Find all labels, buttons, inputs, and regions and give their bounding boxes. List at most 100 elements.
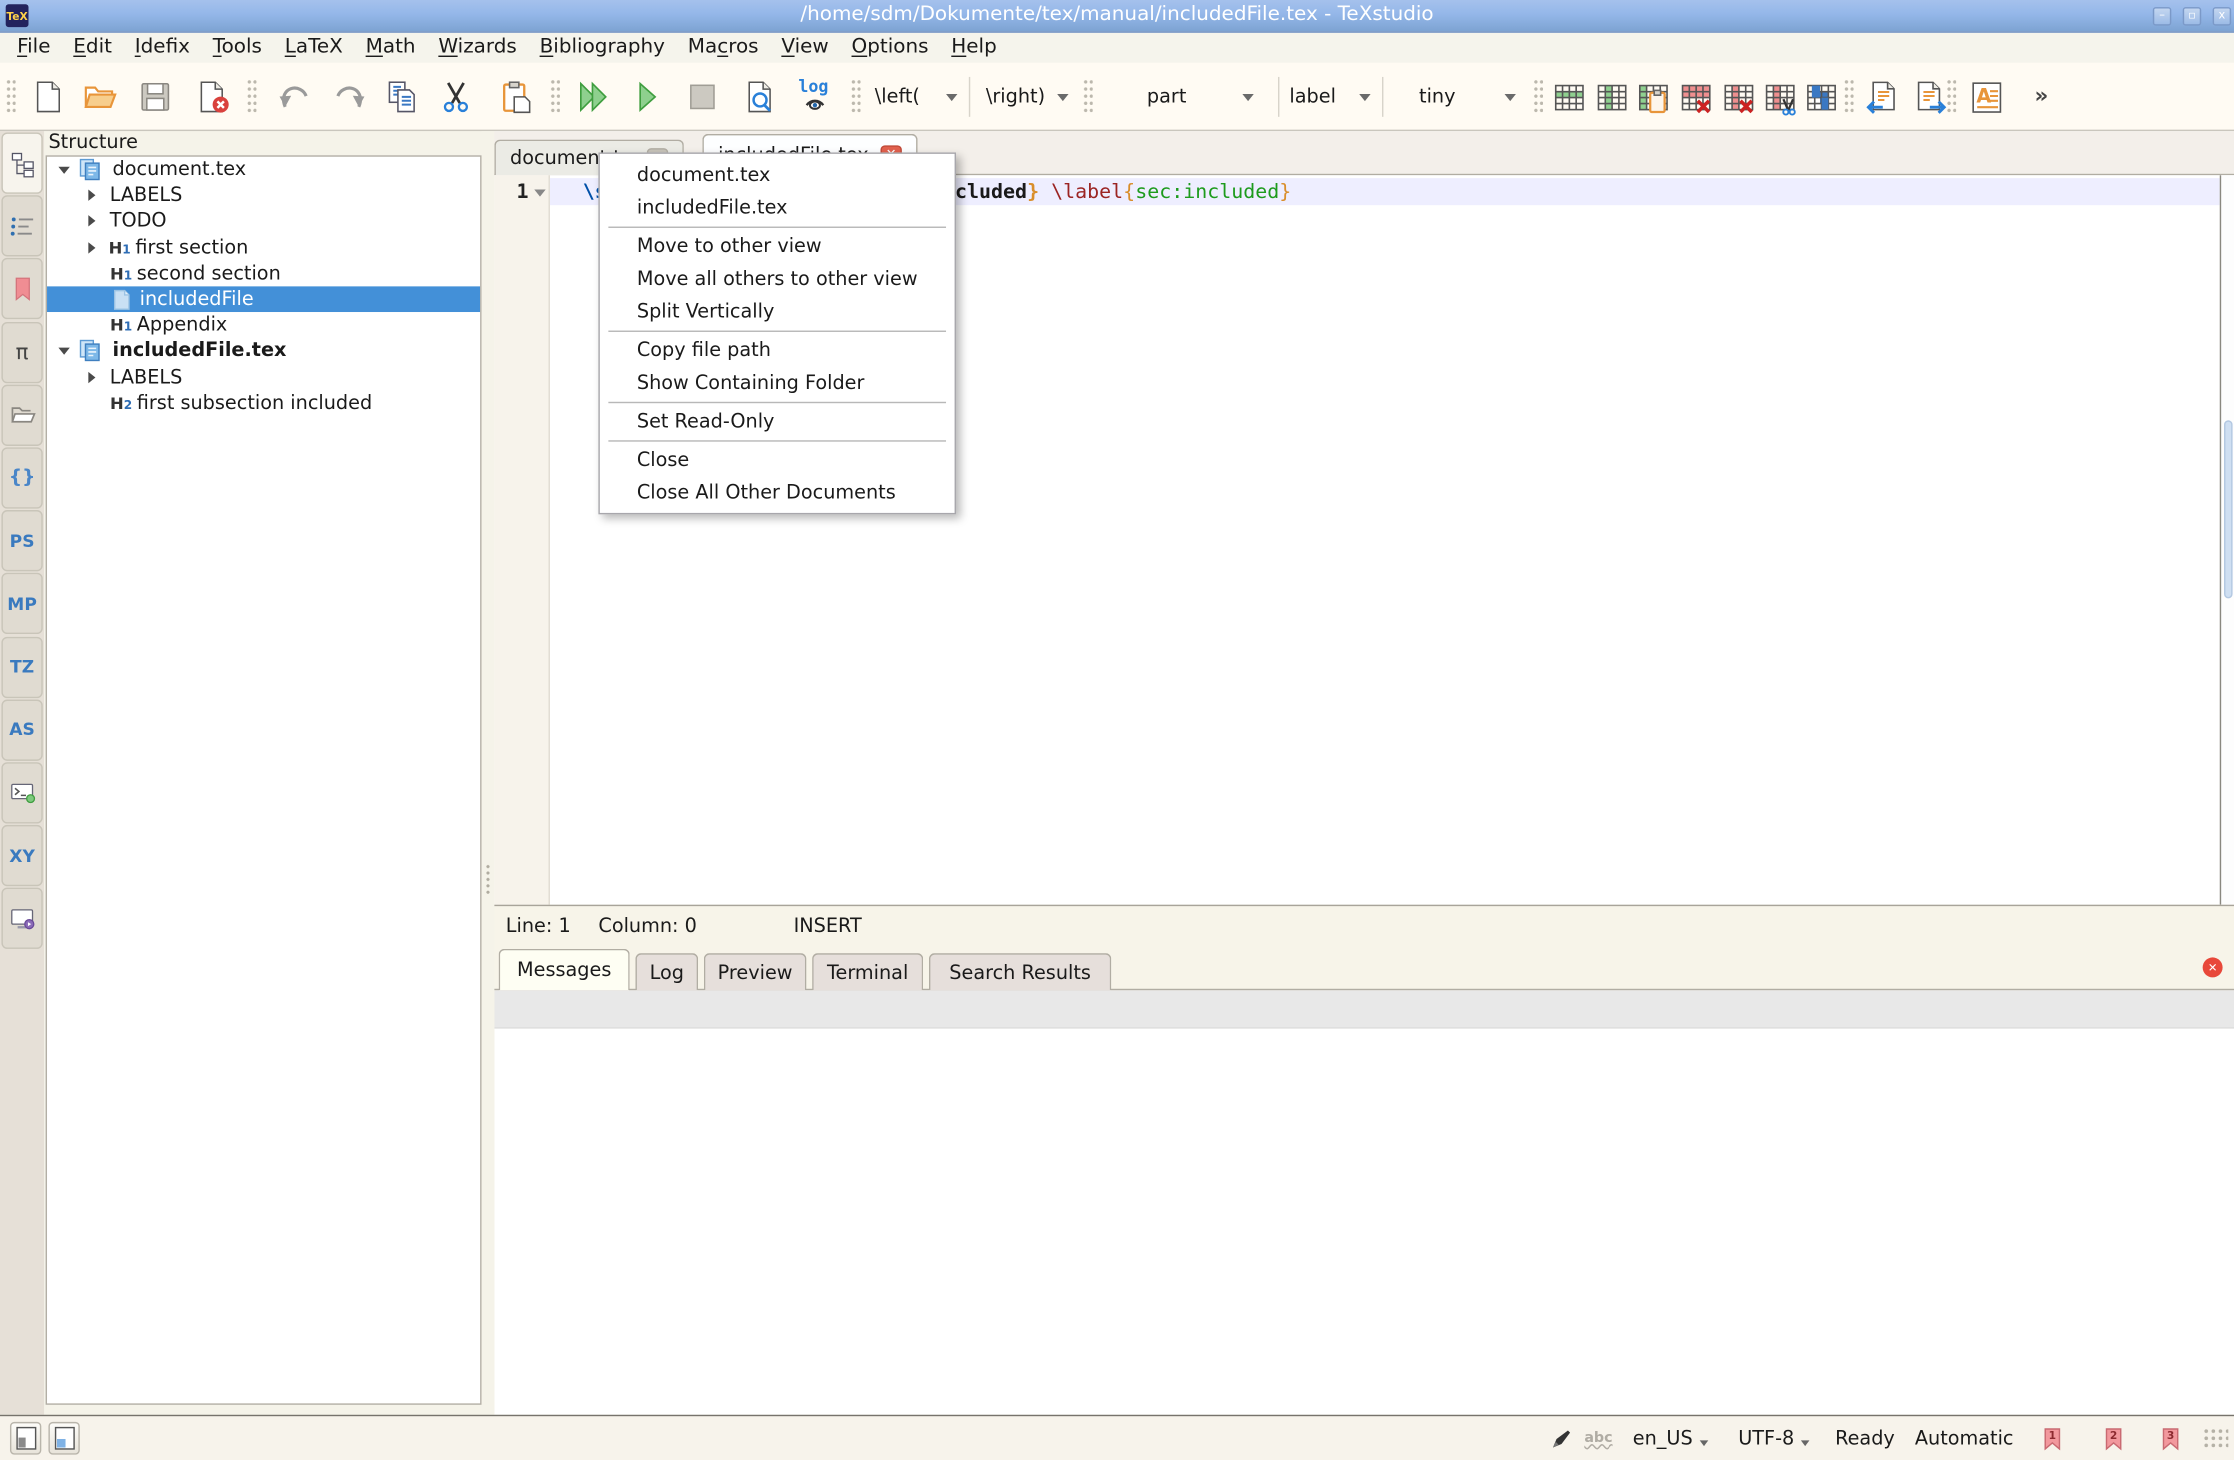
paste-button[interactable] [494,76,537,119]
sidebar-tab-xy[interactable]: XY [1,825,42,886]
close-panel-icon[interactable]: ✕ [2203,957,2223,977]
menu-bibliography[interactable]: Bibliography [528,33,676,63]
toolbar-grip[interactable] [246,78,256,115]
toolbar-grip[interactable] [851,78,861,115]
remove-table-column-button[interactable] [1717,76,1760,119]
sidebar-tab-brackets[interactable]: {} [1,447,42,508]
stop-button[interactable] [681,76,724,119]
sidebar-tab-todo[interactable] [1,195,42,256]
toggle-bottom-panel-button[interactable] [48,1422,79,1455]
undo-button[interactable] [272,76,315,119]
save-button[interactable] [134,76,177,119]
expand-arrow-icon[interactable] [88,190,95,201]
toolbar-grip[interactable] [1946,78,1956,115]
sidebar-tab-structure[interactable] [1,133,42,194]
compile-run-button[interactable] [573,76,616,119]
sidebar-tab-preview[interactable] [1,888,42,949]
context-menu-item-close[interactable]: Close [600,443,955,476]
toolbar-grip[interactable] [1083,78,1093,115]
sidebar-tab-terminal[interactable] [1,762,42,823]
menu-latex[interactable]: LaTeX [273,33,354,63]
tree-item-labels[interactable]: LABELS [47,183,480,209]
tab-terminal[interactable]: Terminal [812,953,923,990]
remove-table-row-button[interactable] [1674,76,1717,119]
cut-button[interactable] [435,76,478,119]
menu-edit[interactable]: Edit [62,33,123,63]
format-text-button[interactable]: A [1965,76,2008,119]
view-log-button[interactable]: log [794,76,837,119]
toolbar-overflow-button[interactable]: » [2035,83,2049,109]
menu-file[interactable]: File [6,33,62,63]
toggle-sidebar-button[interactable] [10,1422,41,1455]
font-size-dropdown[interactable]: tiny [1399,76,1524,119]
encoding-selector[interactable]: UTF-8 [1738,1416,1810,1460]
context-menu-item-set-read-only[interactable]: Set Read-Only [600,405,955,438]
tree-item-first-section[interactable]: H1 first section [47,234,480,260]
menu-math[interactable]: Math [354,33,427,63]
line-ending-selector[interactable]: Automatic [1915,1416,2014,1460]
tree-item-document-tex[interactable]: document.tex [47,157,480,183]
minimize-button[interactable]: – [2153,7,2172,26]
menu-help[interactable]: Help [940,33,1008,63]
expand-arrow-icon[interactable] [88,242,95,253]
find-button[interactable] [739,76,782,119]
toolbar-grip[interactable] [1533,78,1543,115]
tab-messages[interactable]: Messages [499,949,630,990]
menu-idefix[interactable]: Idefix [123,33,201,63]
add-table-column-button[interactable] [1590,76,1633,119]
paste-table-column-button[interactable] [1631,76,1674,119]
spellcheck-icon[interactable]: abc [1584,1416,1612,1460]
sidebar-tab-symbols[interactable]: π [1,321,42,382]
left-delimiter-dropdown[interactable]: \left( [866,76,960,119]
bookmark-3-button[interactable]: 3 [2161,1416,2180,1460]
tree-item-includedfile[interactable]: includedFile [47,286,480,312]
toolbar-grip[interactable] [6,78,16,115]
tree-item-todo[interactable]: TODO [47,209,480,235]
tree-item-first-subsection-included[interactable]: H2 first subsection included [47,390,480,416]
toolbar-grip[interactable] [1844,78,1854,115]
menu-macros[interactable]: Macros [676,33,770,63]
copy-button[interactable] [380,76,423,119]
bookmark-1-button[interactable]: 1 [2043,1416,2062,1460]
run-button[interactable] [625,76,668,119]
sidebar-tab-asymptote[interactable]: AS [1,699,42,760]
align-table-columns-button[interactable] [1799,76,1842,119]
bookmark-2-button[interactable]: 2 [2104,1416,2123,1460]
sidebar-tab-bookmarks[interactable] [1,258,42,319]
context-menu-item-move-to-other-view[interactable]: Move to other view [600,229,955,262]
sidebar-tab-files[interactable] [1,384,42,445]
close-button[interactable]: x [2213,7,2232,26]
sidebar-tab-tikz[interactable]: TZ [1,636,42,697]
structure-level-dropdown[interactable]: part [1126,76,1268,119]
tree-item-appendix[interactable]: H1 Appendix [47,312,480,338]
menu-view[interactable]: View [770,33,840,63]
toolbar-grip[interactable] [550,78,560,115]
pencil-icon[interactable] [1550,1416,1573,1460]
tree-item-labels-2[interactable]: LABELS [47,364,480,390]
context-menu-item-move-all-others[interactable]: Move all others to other view [600,262,955,295]
menu-options[interactable]: Options [840,33,940,63]
expand-arrow-icon[interactable] [88,216,95,227]
context-menu-item-close-all-other-documents[interactable]: Close All Other Documents [600,476,955,509]
redo-button[interactable] [329,76,372,119]
scrollbar-thumb[interactable] [2224,420,2233,598]
open-button[interactable] [78,76,121,119]
cut-table-column-button[interactable] [1758,76,1801,119]
close-document-button[interactable] [192,76,235,119]
panel-splitter[interactable] [482,131,495,1415]
menu-tools[interactable]: Tools [201,33,273,63]
new-document-button[interactable] [27,76,70,119]
context-menu-item-includedfile-tex[interactable]: includedFile.tex [600,191,955,224]
collapse-arrow-icon[interactable] [58,166,69,173]
add-table-row-button[interactable] [1547,76,1590,119]
sidebar-tab-pstricks[interactable]: PS [1,510,42,571]
expand-arrow-icon[interactable] [88,371,95,382]
tab-preview[interactable]: Preview [704,953,807,990]
reference-dropdown[interactable]: label [1285,76,1373,119]
tree-item-includedfile-tex[interactable]: includedFile.tex [47,338,480,364]
fold-arrow-icon[interactable] [534,189,545,196]
collapse-arrow-icon[interactable] [58,348,69,355]
context-menu-item-show-containing-folder[interactable]: Show Containing Folder [600,366,955,399]
context-menu-item-split-vertically[interactable]: Split Vertically [600,295,955,328]
editor-vertical-scrollbar[interactable] [2220,175,2234,904]
